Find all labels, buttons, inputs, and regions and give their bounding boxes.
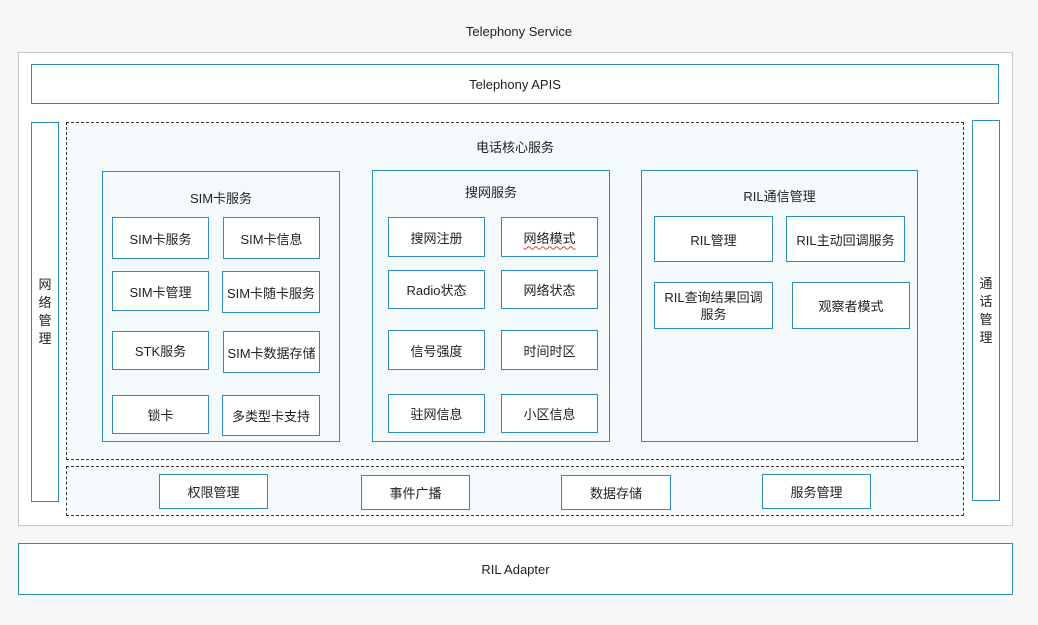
call-management-box: 通话管理 <box>972 120 1000 501</box>
sim-item-lock-card: 锁卡 <box>112 395 209 434</box>
search-item-cell-info: 小区信息 <box>501 394 598 433</box>
search-item-camp-info: 驻网信息 <box>388 394 485 433</box>
search-item-network-mode: 网络模式 <box>501 217 598 257</box>
ril-adapter-label: RIL Adapter <box>481 561 550 577</box>
search-item-radio-state: Radio状态 <box>388 270 485 309</box>
ril-item-observer-pattern: 观察者模式 <box>792 282 910 329</box>
permission-management-box: 权限管理 <box>159 474 268 509</box>
network-search-title: 搜网服务 <box>464 184 517 200</box>
sim-item-multi-card-support: 多类型卡支持 <box>222 395 320 436</box>
ril-item-ril-management: RIL管理 <box>654 216 773 262</box>
ril-item-active-callback: RIL主动回调服务 <box>786 216 905 262</box>
service-title: Telephony Service <box>465 23 573 39</box>
event-broadcast-box: 事件广播 <box>361 475 470 510</box>
service-management-box: 服务管理 <box>762 474 871 509</box>
search-item-registration: 搜网注册 <box>388 217 485 257</box>
search-item-network-state: 网络状态 <box>501 270 598 309</box>
sim-item-sim-service: SIM卡服务 <box>112 217 209 259</box>
search-item-time-zone: 时间时区 <box>501 330 598 370</box>
ril-management-title: RIL通信管理 <box>743 188 816 204</box>
search-item-signal-strength: 信号强度 <box>388 330 485 370</box>
telephony-apis-box: Telephony APIS <box>31 64 999 104</box>
sim-item-sim-accompany-service: SIM卡随卡服务 <box>222 271 320 313</box>
core-services-title: 电话核心服务 <box>475 139 554 155</box>
sim-item-stk-service: STK服务 <box>112 331 209 370</box>
telephony-apis-label: Telephony APIS <box>469 76 561 92</box>
network-management-box: 网络管理 <box>31 122 59 502</box>
sim-service-title: SIM卡服务 <box>189 190 253 206</box>
sim-item-sim-management: SIM卡管理 <box>112 271 209 311</box>
network-management-label: 网络管理 <box>38 277 52 346</box>
ril-item-query-result-callback: RIL查询结果回调服务 <box>654 282 773 329</box>
sim-item-sim-data-storage: SIM卡数据存储 <box>223 331 320 373</box>
sim-item-sim-info: SIM卡信息 <box>223 217 320 259</box>
network-mode-label: 网络模式 <box>523 230 576 246</box>
data-storage-box: 数据存储 <box>561 475 671 510</box>
ril-adapter-box: RIL Adapter <box>18 543 1013 595</box>
call-management-label: 通话管理 <box>979 275 993 345</box>
